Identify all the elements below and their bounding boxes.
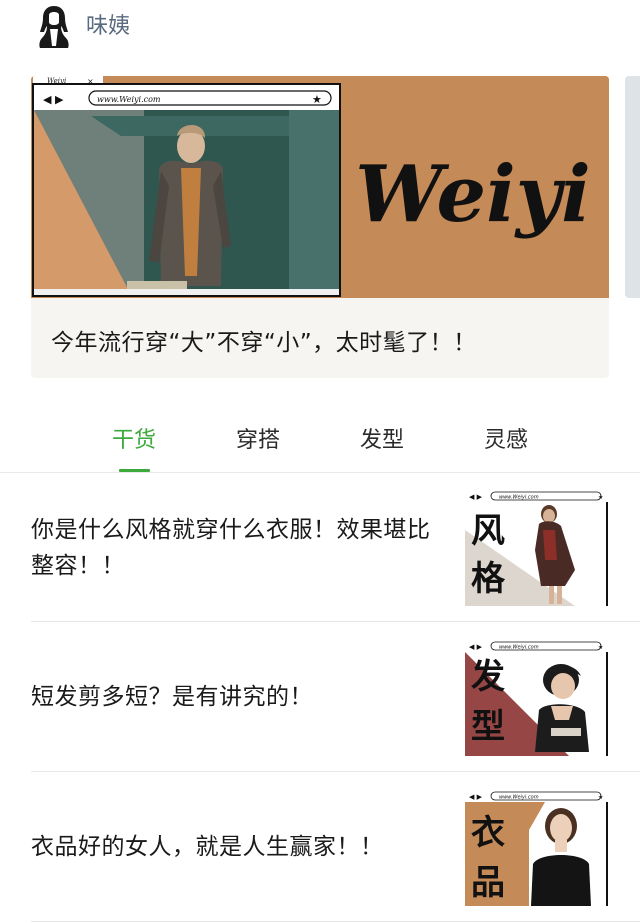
thumb-tag-char: 型 xyxy=(471,707,505,747)
banner-image: Weiyi × ◀ ▶ www.Weiyi.com ★ Weiyi xyxy=(31,76,609,298)
svg-text:★: ★ xyxy=(598,494,603,501)
account-name[interactable]: 味姨 xyxy=(86,8,130,40)
svg-text:www.Weiyi.com: www.Weiyi.com xyxy=(499,795,539,801)
tab-chuanda[interactable]: 穿搭 xyxy=(236,422,280,454)
svg-text:◀ ▶: ◀ ▶ xyxy=(43,93,64,106)
thumb-tag-char: 衣 xyxy=(471,813,505,853)
account-avatar[interactable] xyxy=(34,2,74,50)
svg-text:★: ★ xyxy=(598,644,603,651)
svg-text:★: ★ xyxy=(598,794,603,801)
banner-card[interactable]: Weiyi × ◀ ▶ www.Weiyi.com ★ Weiyi 今年流行穿“… xyxy=(31,76,609,378)
woman-silhouette-icon xyxy=(39,6,69,48)
svg-text:www.Weiyi.com: www.Weiyi.com xyxy=(499,645,539,651)
article-item[interactable]: 短发剪多短？是有讲究的！ ◀ ▶ www.Weiyi.com ★ 发 型 xyxy=(0,623,640,773)
article-title[interactable]: 衣品好的女人，就是人生赢家！！ xyxy=(31,829,436,865)
article-item[interactable]: 衣品好的女人，就是人生赢家！！ ◀ ▶ www.Weiyi.com ★ 衣 品 xyxy=(0,773,640,923)
article-title[interactable]: 短发剪多短？是有讲究的！ xyxy=(31,679,436,715)
svg-text:◀ ▶: ◀ ▶ xyxy=(469,643,483,651)
article-divider xyxy=(31,771,640,772)
thumb-tag-char: 风 xyxy=(471,511,505,551)
article-title[interactable]: 你是什么风格就穿什么衣服！效果堪比整容！！ xyxy=(31,512,436,584)
article-divider xyxy=(31,921,640,922)
svg-text:★: ★ xyxy=(312,93,322,106)
article-item[interactable]: 你是什么风格就穿什么衣服！效果堪比整容！！ ◀ ▶ www.Weiyi.com … xyxy=(0,473,640,623)
account-header: 味姨 xyxy=(0,0,640,60)
article-thumbnail[interactable]: ◀ ▶ www.Weiyi.com ★ 风 格 xyxy=(465,490,609,606)
thumb-tag-char: 品 xyxy=(471,863,505,903)
svg-text:◀ ▶: ◀ ▶ xyxy=(469,793,483,801)
thumb-tag-char: 格 xyxy=(471,559,506,599)
thumb-tag-char: 发 xyxy=(471,657,505,697)
article-divider xyxy=(31,621,640,622)
banner-url: www.Weiyi.com xyxy=(97,95,161,104)
banner-brand-logo: Weiyi xyxy=(355,149,590,240)
tab-faxing[interactable]: 发型 xyxy=(360,422,404,454)
banner-caption[interactable]: 今年流行穿“大”不穿“小”，太时髦了！！ xyxy=(51,323,477,357)
article-thumbnail[interactable]: ◀ ▶ www.Weiyi.com ★ 衣 品 xyxy=(465,790,609,906)
article-thumbnail[interactable]: ◀ ▶ www.Weiyi.com ★ 发 型 xyxy=(465,640,609,756)
banner-carousel[interactable]: Weiyi × ◀ ▶ www.Weiyi.com ★ Weiyi 今年流行穿“… xyxy=(0,76,640,378)
category-tabs: 干货 穿搭 发型 灵感 xyxy=(0,412,640,472)
tab-ganhuo[interactable]: 干货 xyxy=(112,422,156,454)
tab-linggan[interactable]: 灵感 xyxy=(484,422,528,454)
svg-text:www.Weiyi.com: www.Weiyi.com xyxy=(499,495,539,501)
next-banner-peek[interactable] xyxy=(625,76,640,298)
svg-text:◀ ▶: ◀ ▶ xyxy=(469,493,483,501)
